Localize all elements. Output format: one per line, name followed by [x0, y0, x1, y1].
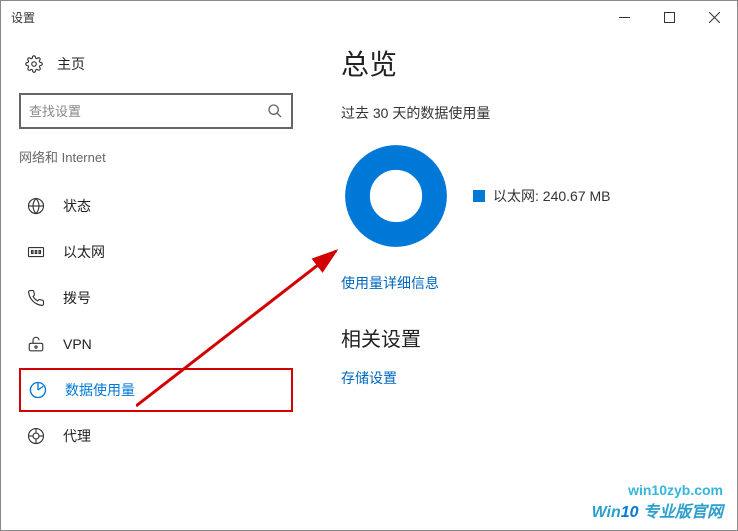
data-usage-icon	[29, 381, 47, 399]
related-settings-heading: 相关设置	[341, 323, 717, 352]
home-label: 主页	[57, 54, 85, 74]
search-input[interactable]	[29, 104, 267, 119]
sidebar-item-label: 数据使用量	[65, 380, 135, 400]
sidebar-item-proxy[interactable]: 代理	[19, 414, 293, 458]
legend-swatch	[473, 190, 485, 202]
sidebar-item-vpn[interactable]: VPN	[19, 322, 293, 366]
data-usage-donut-chart	[341, 141, 451, 251]
chart-legend: 以太网: 240.67 MB	[473, 186, 611, 206]
sidebar-item-label: 代理	[63, 426, 91, 446]
legend-label: 以太网: 240.67 MB	[493, 186, 611, 206]
sidebar-item-dialup[interactable]: 拨号	[19, 276, 293, 320]
watermark: win10zyb.com Win10 专业版官网	[592, 482, 723, 522]
storage-settings-link[interactable]: 存储设置	[341, 368, 397, 388]
page-title: 总览	[341, 43, 717, 83]
ethernet-icon	[27, 243, 45, 261]
sidebar: 主页 网络和 Internet 状态 以太网 拨号 VPN	[1, 43, 311, 460]
main-panel: 总览 过去 30 天的数据使用量 以太网: 240.67 MB 使用量详细信息 …	[311, 43, 737, 460]
globe-icon	[27, 197, 45, 215]
sidebar-item-label: 以太网	[63, 242, 105, 262]
category-label: 网络和 Internet	[19, 147, 293, 166]
close-button[interactable]	[692, 1, 737, 33]
gear-icon	[25, 55, 43, 73]
usage-details-link[interactable]: 使用量详细信息	[341, 273, 439, 293]
sidebar-item-label: VPN	[63, 336, 92, 352]
sidebar-item-data-usage[interactable]: 数据使用量	[19, 368, 293, 412]
minimize-button[interactable]	[602, 1, 647, 33]
watermark-url: win10zyb.com	[592, 482, 723, 498]
home-button[interactable]: 主页	[19, 43, 293, 85]
search-box[interactable]	[19, 93, 293, 129]
vpn-icon	[27, 335, 45, 353]
search-icon	[267, 103, 283, 119]
sidebar-item-ethernet[interactable]: 以太网	[19, 230, 293, 274]
maximize-button[interactable]	[647, 1, 692, 33]
sidebar-item-label: 状态	[63, 196, 91, 216]
sidebar-item-label: 拨号	[63, 288, 91, 308]
phone-icon	[27, 289, 45, 307]
page-subtitle: 过去 30 天的数据使用量	[341, 103, 717, 123]
proxy-icon	[27, 427, 45, 445]
watermark-brand: Win10 专业版官网	[592, 498, 723, 522]
sidebar-item-status[interactable]: 状态	[19, 184, 293, 228]
window-title: 设置	[11, 9, 35, 26]
